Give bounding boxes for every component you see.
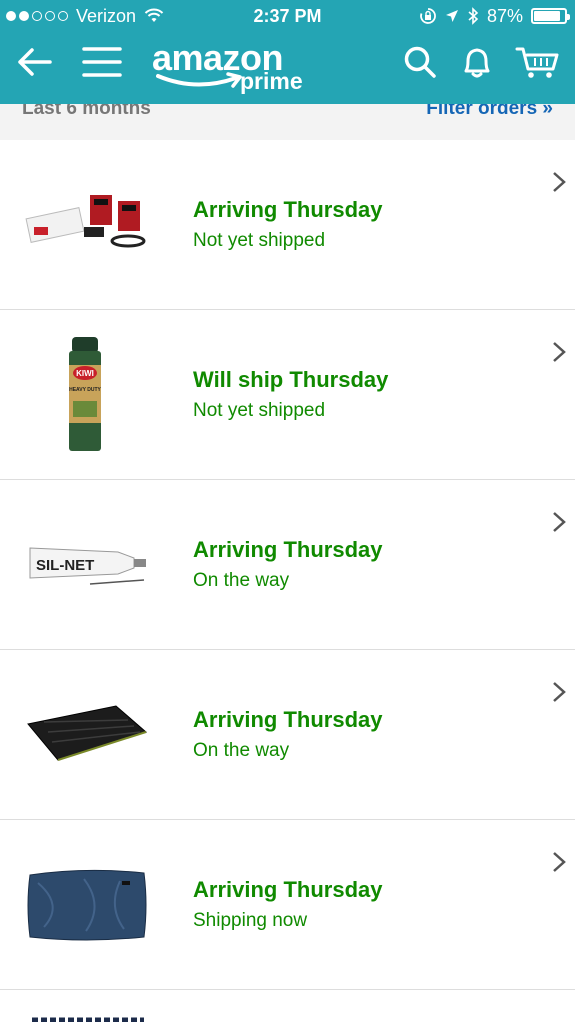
order-row-partial[interactable]: [0, 990, 575, 1022]
order-row[interactable]: Arriving Thursday Shipping now: [0, 820, 575, 990]
app-header: Verizon 2:37 PM 87% amazon prime: [0, 0, 575, 104]
shipping-substatus: Not yet shipped: [193, 230, 326, 251]
spray-can-brand: KIWI: [76, 369, 94, 378]
filter-orders-link[interactable]: Filter orders »: [426, 104, 553, 120]
bell-icon: [464, 48, 490, 78]
shipping-substatus: On the way: [193, 570, 290, 591]
date-range-label: Last 6 months: [22, 104, 151, 119]
product-thumbnail: SIL-NET: [22, 510, 150, 620]
cart-button[interactable]: [515, 40, 559, 84]
delivery-status: Arriving Thursday: [193, 877, 383, 902]
shipping-substatus: Shipping now: [193, 910, 308, 931]
order-row[interactable]: Arriving Thursday On the way: [0, 650, 575, 820]
electronics-kit-icon: [25, 195, 146, 248]
spray-can-icon: KIWI HEAVY DUTY: [69, 337, 102, 451]
search-button[interactable]: [398, 40, 442, 84]
product-thumbnail: KIWI HEAVY DUTY: [22, 337, 150, 451]
order-row[interactable]: KIWI HEAVY DUTY Will ship Thursday Not y…: [0, 310, 575, 480]
chevron-right-icon: [553, 852, 566, 872]
amazon-prime-logo[interactable]: amazon prime: [152, 38, 312, 96]
menu-button[interactable]: [80, 40, 124, 84]
chevron-right-icon: [553, 342, 566, 362]
chevron-right-icon: [553, 512, 566, 532]
back-button[interactable]: [12, 40, 56, 84]
seam-sealer-tube-icon: SIL-NET: [29, 547, 146, 585]
shipping-substatus: On the way: [193, 740, 290, 761]
location-arrow-icon: [445, 10, 458, 22]
rotation-lock-icon: [420, 8, 436, 24]
hamburger-menu-icon: [82, 47, 122, 77]
filter-bar: Last 6 months Filter orders »: [0, 104, 575, 140]
battery-percent: 87%: [486, 6, 523, 26]
back-arrow-icon: [18, 48, 52, 76]
bluetooth-icon: [468, 7, 479, 25]
search-icon: [404, 46, 436, 78]
logo-smile-arrow-icon: [156, 72, 242, 88]
chevron-right-icon: [553, 682, 566, 702]
battery-level-fill: [534, 11, 561, 21]
chevron-right-icon: [553, 172, 566, 192]
notifications-button[interactable]: [455, 40, 499, 84]
product-thumbnail-partial: [32, 1017, 144, 1022]
delivery-status: Arriving Thursday: [193, 537, 383, 562]
order-list: Arriving Thursday Not yet shipped KIWI H…: [0, 140, 575, 1022]
spray-can-label: HEAVY DUTY: [69, 387, 101, 393]
logo-prime: prime: [240, 68, 303, 94]
delivery-status: Arriving Thursday: [193, 707, 383, 732]
nav-bar: amazon prime: [0, 32, 575, 104]
delivery-status: Arriving Thursday: [193, 197, 383, 222]
status-bar: Verizon 2:37 PM 87%: [0, 0, 575, 32]
pillow-icon: [27, 869, 147, 941]
order-row[interactable]: SIL-NET Arriving Thursday On the way: [0, 480, 575, 650]
order-row[interactable]: Arriving Thursday Not yet shipped: [0, 140, 575, 310]
sleeping-pad-icon: [27, 705, 148, 761]
cart-icon: [515, 47, 559, 78]
status-right: 87%: [419, 0, 570, 32]
delivery-status: Will ship Thursday: [193, 367, 389, 392]
battery-icon: [531, 8, 570, 24]
shipping-substatus: Not yet shipped: [193, 400, 326, 421]
product-thumbnail: [22, 850, 150, 960]
product-thumbnail: [22, 680, 150, 790]
tube-brand: SIL-NET: [36, 557, 94, 574]
product-thumbnail: [22, 170, 150, 280]
